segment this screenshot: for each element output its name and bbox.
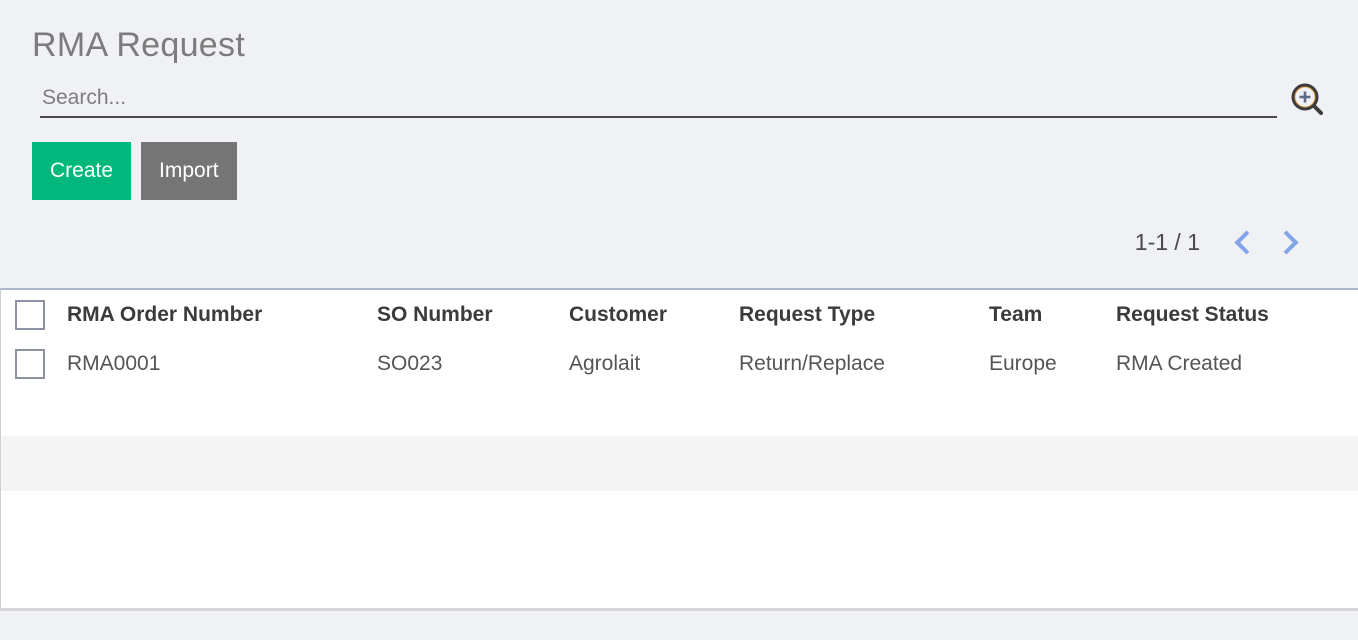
row-select-checkbox[interactable] (15, 349, 45, 379)
column-header-request-status[interactable]: Request Status (1116, 290, 1358, 340)
column-header-customer[interactable]: Customer (569, 290, 739, 340)
import-button[interactable]: Import (141, 142, 237, 200)
cell-request-type: Return/Replace (739, 352, 885, 375)
column-header-request-type[interactable]: Request Type (739, 290, 989, 340)
cell-team: Europe (989, 352, 1057, 375)
select-all-header (1, 290, 67, 340)
cell-rma-order-number: RMA0001 (67, 352, 161, 375)
page-footer-strip (0, 611, 1358, 640)
page-title: RMA Request (32, 26, 246, 64)
column-header-team[interactable]: Team (989, 290, 1116, 340)
chevron-right-icon (1273, 229, 1299, 255)
table-empty-row (1, 388, 1358, 436)
cell-so-number: SO023 (377, 352, 443, 375)
create-button[interactable]: Create (32, 142, 132, 200)
cell-request-status: RMA Created (1116, 352, 1243, 375)
records-table: RMA Order Number SO Number Customer Requ… (1, 290, 1358, 567)
pagination-next-button[interactable] (1266, 224, 1310, 260)
column-header-rma-order-number[interactable]: RMA Order Number (67, 290, 377, 340)
table-footer-row (1, 491, 1358, 567)
pagination-range-label: 1-1 / 1 (1134, 228, 1200, 255)
table-group-band-row (1, 436, 1358, 491)
pagination-previous-button[interactable] (1222, 224, 1266, 260)
pagination: 1-1 / 1 (1135, 224, 1310, 260)
table-header-row: RMA Order Number SO Number Customer Requ… (1, 290, 1358, 340)
search-input[interactable] (40, 82, 1277, 118)
row-select-cell (1, 340, 67, 388)
column-header-so-number[interactable]: SO Number (377, 290, 569, 340)
search-icon[interactable] (1290, 82, 1326, 118)
records-table-container: RMA Order Number SO Number Customer Requ… (0, 288, 1358, 611)
action-button-group: Create Import (32, 142, 237, 200)
select-all-checkbox[interactable] (15, 300, 45, 330)
cell-customer: Agrolait (569, 352, 641, 375)
chevron-left-icon (1233, 229, 1259, 255)
table-row[interactable]: RMA0001 SO023 Agrolait Return/Replace Eu… (1, 340, 1358, 388)
search-row (40, 82, 1323, 124)
